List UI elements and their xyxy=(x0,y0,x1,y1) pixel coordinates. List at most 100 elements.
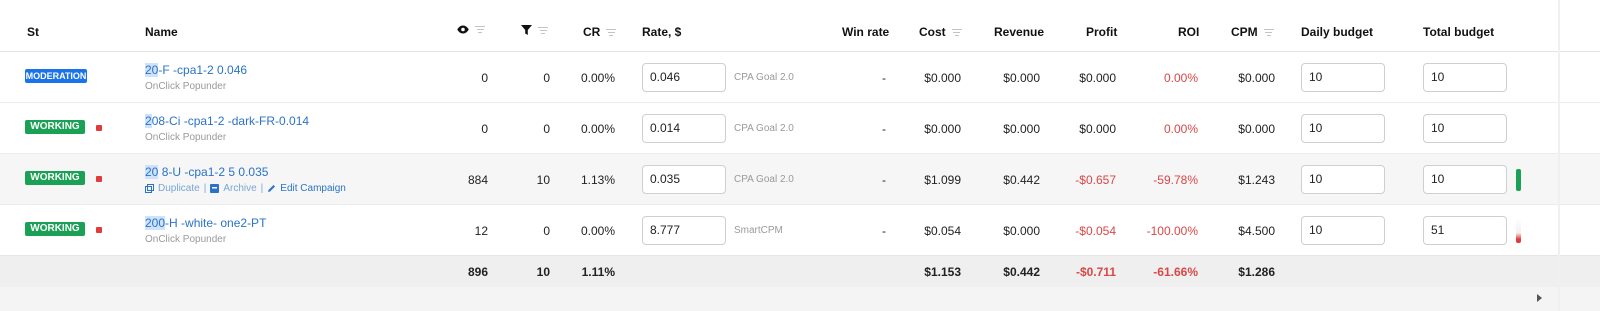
goal-label: CPA Goal 2.0 xyxy=(734,72,794,83)
profit-value: $0.000 xyxy=(1079,122,1116,136)
col-revenue[interactable]: Revenue xyxy=(994,25,1044,39)
roi-value: -59.78% xyxy=(1153,173,1198,187)
impressions-value: 0 xyxy=(481,71,488,85)
cpm-value: $0.000 xyxy=(1238,71,1275,85)
daily-budget-input[interactable]: 10 xyxy=(1301,63,1385,92)
campaign-name-link[interactable]: 208-Ci -cpa1-2 -dark-FR-0.014 xyxy=(145,114,309,128)
total-cost: $1.153 xyxy=(924,265,961,279)
status-indicator-icon[interactable] xyxy=(96,125,102,131)
duplicate-link[interactable]: Duplicate xyxy=(158,183,200,194)
col-profit[interactable]: Profit xyxy=(1086,25,1117,39)
duplicate-icon xyxy=(145,184,154,193)
table-row: WORKING 200-H -white- one2-PT OnClick Po… xyxy=(0,205,1600,256)
campaign-name-link[interactable]: 20-F -cpa1-2 0.046 xyxy=(145,63,247,77)
total-profit: -$0.711 xyxy=(1075,265,1116,279)
total-cr: 1.11% xyxy=(581,265,615,279)
cost-value: $0.000 xyxy=(924,122,961,136)
archive-link[interactable]: Archive xyxy=(223,183,256,194)
col-rate[interactable]: Rate, $ xyxy=(642,25,681,39)
separator: | xyxy=(260,183,264,194)
cr-value: 1.13% xyxy=(580,173,615,187)
vertical-scrollbar[interactable] xyxy=(1558,0,1560,311)
scroll-right-icon[interactable] xyxy=(1537,294,1542,302)
revenue-value: $0.000 xyxy=(1003,122,1040,136)
col-roi[interactable]: ROI xyxy=(1178,25,1199,39)
funnel-icon xyxy=(521,25,532,35)
roi-value: -100.00% xyxy=(1146,224,1198,238)
separator: | xyxy=(203,183,207,194)
col-cpm[interactable]: CPM xyxy=(1231,25,1274,39)
conversions-value: 0 xyxy=(543,224,550,238)
goal-label: CPA Goal 2.0 xyxy=(734,123,794,134)
cost-value: $0.000 xyxy=(924,71,961,85)
daily-budget-input[interactable]: 10 xyxy=(1301,216,1385,245)
row-actions: Duplicate | Archive | Edit Campaign xyxy=(145,183,346,194)
conversions-value: 10 xyxy=(536,173,550,187)
total-conversions: 10 xyxy=(536,265,550,279)
profit-value: -$0.657 xyxy=(1075,173,1116,187)
pencil-icon xyxy=(268,185,276,192)
cost-value: $1.099 xyxy=(924,173,961,187)
budget-progress-bar xyxy=(1516,169,1521,191)
table-row: WORKING 208-Ci -cpa1-2 -dark-FR-0.014 On… xyxy=(0,103,1600,154)
rate-input[interactable]: 0.014 xyxy=(642,114,726,143)
roi-value: 0.00% xyxy=(1163,122,1198,136)
profit-value: -$0.054 xyxy=(1075,224,1116,238)
campaign-name-link[interactable]: 200-H -white- one2-PT xyxy=(145,216,266,230)
totals-row: 896 10 1.11% $1.153 $0.442 -$0.711 -61.6… xyxy=(0,255,1600,287)
total-budget-input[interactable]: 10 xyxy=(1423,114,1507,143)
status-badge: MODERATION xyxy=(25,69,87,83)
rate-input[interactable]: 0.035 xyxy=(642,165,726,194)
archive-icon xyxy=(210,184,220,193)
col-status[interactable]: St xyxy=(27,25,39,39)
sort-icon xyxy=(606,28,617,36)
col-daily-budget[interactable]: Daily budget xyxy=(1301,25,1373,39)
sort-icon xyxy=(1263,28,1274,36)
cost-value: $0.054 xyxy=(924,224,961,238)
win-rate-value: - xyxy=(882,224,886,238)
sort-icon xyxy=(538,26,548,34)
campaign-type: OnClick Popunder xyxy=(145,234,227,245)
win-rate-value: - xyxy=(882,173,886,187)
roi-value: 0.00% xyxy=(1163,71,1198,85)
revenue-value: $0.000 xyxy=(1003,71,1040,85)
horizontal-scrollbar[interactable] xyxy=(0,287,1600,311)
goal-label: SmartCPM xyxy=(734,225,783,236)
total-budget-input[interactable]: 10 xyxy=(1423,63,1507,92)
col-total-budget[interactable]: Total budget xyxy=(1423,25,1494,39)
col-win-rate[interactable]: Win rate xyxy=(842,25,889,39)
cpm-value: $0.000 xyxy=(1238,122,1275,136)
win-rate-value: - xyxy=(882,71,886,85)
rate-input[interactable]: 0.046 xyxy=(642,63,726,92)
status-indicator-icon[interactable] xyxy=(96,176,102,182)
col-cost[interactable]: Cost xyxy=(919,25,962,39)
total-budget-input[interactable]: 51 xyxy=(1423,216,1507,245)
conversions-value: 0 xyxy=(543,71,550,85)
cr-value: 0.00% xyxy=(580,224,615,238)
profit-value: $0.000 xyxy=(1079,71,1116,85)
impressions-value: 884 xyxy=(467,173,488,187)
status-badge: WORKING xyxy=(25,222,85,236)
sort-icon xyxy=(951,28,962,36)
campaign-type: OnClick Popunder xyxy=(145,81,227,92)
total-impressions: 896 xyxy=(467,265,488,279)
campaign-type: OnClick Popunder xyxy=(145,132,227,143)
status-indicator-icon[interactable] xyxy=(96,227,102,233)
conversions-value: 0 xyxy=(543,122,550,136)
total-budget-input[interactable]: 10 xyxy=(1423,165,1507,194)
daily-budget-input[interactable]: 10 xyxy=(1301,165,1385,194)
rate-input[interactable]: 8.777 xyxy=(642,216,726,245)
edit-campaign-link[interactable]: Edit Campaign xyxy=(280,183,346,194)
total-cpm: $1.286 xyxy=(1238,265,1275,279)
goal-label: CPA Goal 2.0 xyxy=(734,174,794,185)
col-conversions[interactable] xyxy=(521,25,548,35)
cpm-value: $4.500 xyxy=(1238,224,1275,238)
total-roi: -61.66% xyxy=(1153,265,1198,279)
campaign-name-link[interactable]: 20 8-U -cpa1-2 5 0.035 xyxy=(145,165,268,179)
col-name[interactable]: Name xyxy=(145,25,178,39)
daily-budget-input[interactable]: 10 xyxy=(1301,114,1385,143)
col-impressions[interactable] xyxy=(457,25,485,34)
col-cr[interactable]: CR xyxy=(583,25,617,39)
budget-progress-bar xyxy=(1516,218,1521,243)
table-row: MODERATION 20-F -cpa1-2 0.046 OnClick Po… xyxy=(0,52,1600,103)
